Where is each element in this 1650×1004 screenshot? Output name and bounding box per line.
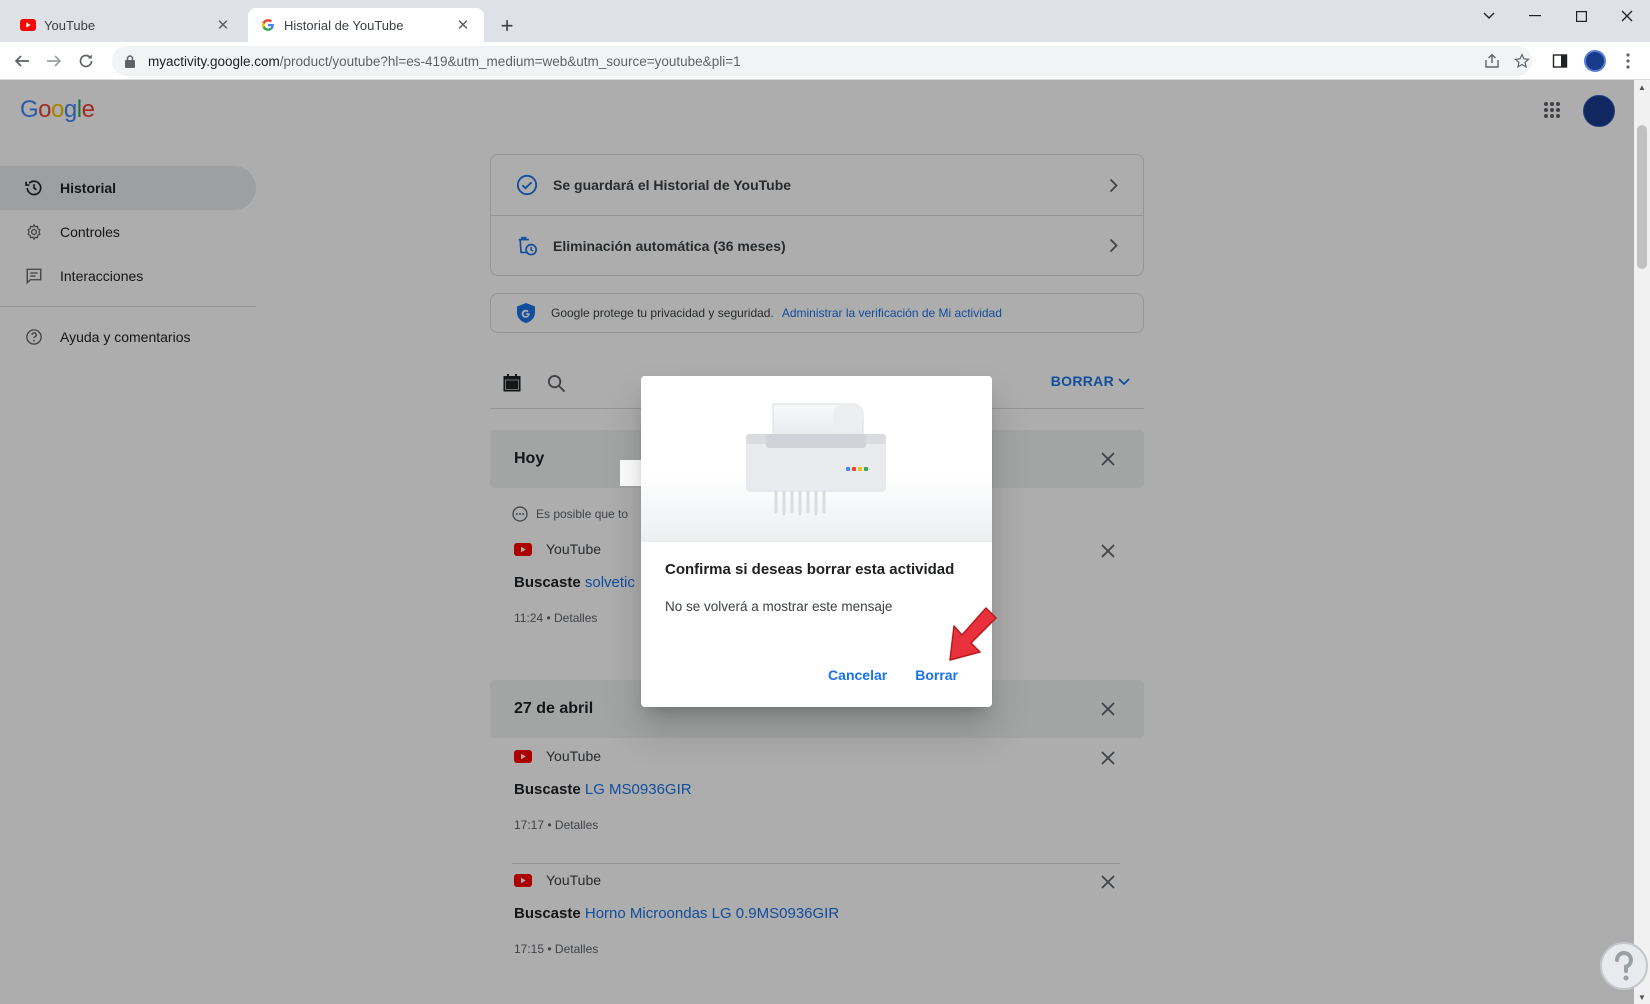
side-panel-icon[interactable] [1548,49,1572,73]
address-bar[interactable]: myactivity.google.com/product/youtube?hl… [112,46,1532,76]
close-tab-icon[interactable]: ✕ [454,16,472,34]
share-icon[interactable] [1480,49,1504,73]
profile-avatar-icon[interactable] [1583,49,1607,73]
confirm-delete-button[interactable]: Borrar [915,667,958,683]
url-host: myactivity.google.com [148,53,280,69]
shredder-illustration [641,376,992,542]
tab-title: Historial de YouTube [284,17,404,33]
more-menu-icon[interactable] [1616,49,1640,73]
tab-search-chevron-icon[interactable] [1466,0,1512,32]
lock-icon[interactable] [122,53,138,69]
minimize-icon[interactable] [1512,0,1558,32]
dialog-actions: Cancelar Borrar [828,667,958,683]
url-path: /product/youtube?hl=es-419&utm_medium=we… [279,53,741,69]
cancel-button[interactable]: Cancelar [828,667,887,683]
scroll-thumb[interactable] [1637,125,1647,269]
scroll-down-icon[interactable]: ▼ [1634,990,1650,1004]
reload-icon[interactable] [72,47,100,75]
tab-title: YouTube [44,17,96,33]
tab-youtube[interactable]: YouTube ✕ [8,8,244,42]
youtube-icon [20,17,36,33]
maximize-icon[interactable] [1558,0,1604,32]
dialog-title: Confirma si deseas borrar esta actividad [665,561,955,578]
tab-historial-youtube[interactable]: Historial de YouTube ✕ [248,8,484,42]
new-tab-button[interactable]: + [494,13,520,39]
browser-tabstrip: YouTube ✕ Historial de YouTube ✕ + [0,0,1650,42]
close-tab-icon[interactable]: ✕ [214,16,232,34]
close-window-icon[interactable] [1604,0,1650,32]
browser-toolbar: myactivity.google.com/product/youtube?hl… [0,42,1650,80]
page-scrollbar[interactable]: ▲ ▼ [1634,80,1650,1004]
watermark-logo-icon [1600,942,1648,990]
dialog-message: No se volverá a mostrar este mensaje [665,599,893,614]
artifact-patch [620,460,642,486]
google-g-icon [260,17,276,33]
back-icon[interactable] [8,47,36,75]
scroll-up-icon[interactable]: ▲ [1634,80,1650,94]
pointer-arrow-icon [949,607,997,661]
forward-icon[interactable] [40,47,68,75]
confirm-delete-dialog: Confirma si deseas borrar esta actividad… [641,376,992,707]
bookmark-star-icon[interactable] [1510,49,1534,73]
